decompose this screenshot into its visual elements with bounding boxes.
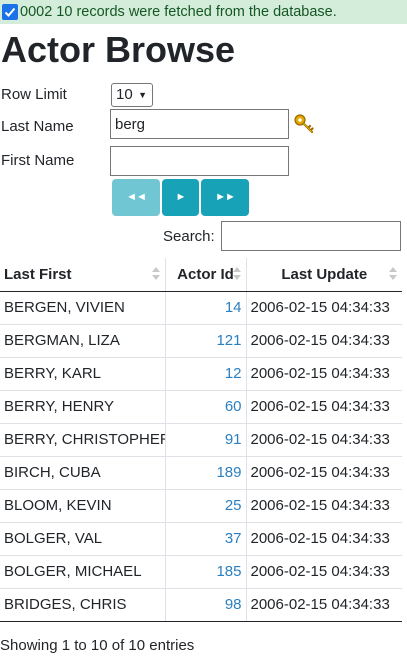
checkbox-icon — [2, 4, 18, 20]
actor-id-link[interactable]: 98 — [164, 587, 246, 622]
last-name-input[interactable] — [110, 109, 289, 139]
sort-icon — [151, 267, 160, 281]
sort-icon — [232, 267, 241, 281]
page-title: Actor Browse — [1, 29, 236, 70]
first-name-label: First Name — [1, 152, 75, 169]
table-row[interactable]: BOLGER, MICHAEL 185 2006-02-15 04:34:33 — [0, 554, 402, 588]
last-update-cell: 2006-02-15 04:34:33 — [245, 587, 402, 622]
table-row[interactable]: BERGMAN, LIZA 121 2006-02-15 04:34:33 — [0, 323, 402, 357]
table-row[interactable]: BERGEN, VIVIEN 14 2006-02-15 04:34:33 — [0, 290, 402, 324]
last-name-label: Last Name — [1, 118, 74, 135]
search-label: Search: — [163, 228, 215, 245]
table-header-row: Last First Actor Id Last Update — [0, 258, 402, 292]
actor-name-cell: BERGEN, VIVIEN — [0, 290, 165, 324]
key-icon[interactable] — [293, 113, 315, 139]
status-text: 0002 10 records were fetched from the da… — [20, 4, 337, 20]
next-page-button[interactable]: ► — [162, 179, 199, 216]
actor-name-cell: BLOOM, KEVIN — [0, 488, 165, 522]
actor-name-cell: BERRY, HENRY — [0, 389, 165, 423]
last-update-cell: 2006-02-15 04:34:33 — [245, 290, 402, 324]
first-page-button[interactable]: ◄◄ — [112, 179, 160, 216]
column-header-last-first[interactable]: Last First — [0, 258, 165, 292]
table-row[interactable]: BERRY, HENRY 60 2006-02-15 04:34:33 — [0, 389, 402, 423]
last-update-cell: 2006-02-15 04:34:33 — [245, 422, 402, 456]
row-limit-value: 10 — [116, 86, 133, 103]
last-update-cell: 2006-02-15 04:34:33 — [245, 323, 402, 357]
last-page-icon: ►► — [215, 191, 236, 203]
sort-icon — [389, 267, 397, 281]
actor-name-cell: BOLGER, MICHAEL — [0, 554, 165, 588]
last-update-cell: 2006-02-15 04:34:33 — [245, 521, 402, 555]
search-input[interactable] — [221, 221, 401, 251]
actor-id-link[interactable]: 14 — [164, 290, 246, 324]
table-row[interactable]: BRIDGES, CHRIS 98 2006-02-15 04:34:33 — [0, 587, 402, 622]
row-limit-select[interactable]: 10 ▼ — [111, 83, 153, 107]
first-page-icon: ◄◄ — [126, 191, 147, 203]
actor-id-link[interactable]: 25 — [164, 488, 246, 522]
actor-id-link[interactable]: 12 — [164, 356, 246, 390]
chevron-down-icon: ▼ — [138, 90, 147, 100]
row-limit-label: Row Limit — [1, 86, 67, 103]
actor-id-link[interactable]: 121 — [164, 323, 246, 357]
actor-name-cell: BERRY, KARL — [0, 356, 165, 390]
table-row[interactable]: BIRCH, CUBA 189 2006-02-15 04:34:33 — [0, 455, 402, 489]
next-page-icon: ► — [175, 191, 187, 203]
last-update-cell: 2006-02-15 04:34:33 — [245, 488, 402, 522]
table-row[interactable]: BOLGER, VAL 37 2006-02-15 04:34:33 — [0, 521, 402, 555]
last-update-cell: 2006-02-15 04:34:33 — [245, 389, 402, 423]
actor-name-cell: BIRCH, CUBA — [0, 455, 165, 489]
table-row[interactable]: BERRY, CHRISTOPHER 91 2006-02-15 04:34:3… — [0, 422, 402, 456]
actor-name-cell: BERRY, CHRISTOPHER — [0, 422, 165, 456]
last-update-cell: 2006-02-15 04:34:33 — [245, 554, 402, 588]
actor-name-cell: BOLGER, VAL — [0, 521, 165, 555]
last-page-button[interactable]: ►► — [201, 179, 249, 216]
last-update-cell: 2006-02-15 04:34:33 — [245, 356, 402, 390]
status-message-bar: 0002 10 records were fetched from the da… — [0, 0, 407, 24]
first-name-input[interactable] — [110, 146, 289, 176]
actor-id-link[interactable]: 37 — [164, 521, 246, 555]
last-update-cell: 2006-02-15 04:34:33 — [245, 455, 402, 489]
actor-id-link[interactable]: 185 — [164, 554, 246, 588]
actor-name-cell: BRIDGES, CHRIS — [0, 587, 165, 622]
actor-name-cell: BERGMAN, LIZA — [0, 323, 165, 357]
table-row[interactable]: BERRY, KARL 12 2006-02-15 04:34:33 — [0, 356, 402, 390]
actor-table: Last First Actor Id Last Update BERGEN, … — [0, 258, 402, 622]
table-info: Showing 1 to 10 of 10 entries — [0, 637, 195, 654]
table-row[interactable]: BLOOM, KEVIN 25 2006-02-15 04:34:33 — [0, 488, 402, 522]
column-header-last-update[interactable]: Last Update — [245, 258, 402, 292]
actor-id-link[interactable]: 60 — [164, 389, 246, 423]
actor-id-link[interactable]: 189 — [164, 455, 246, 489]
actor-id-link[interactable]: 91 — [164, 422, 246, 456]
column-header-actor-id[interactable]: Actor Id — [164, 258, 246, 292]
